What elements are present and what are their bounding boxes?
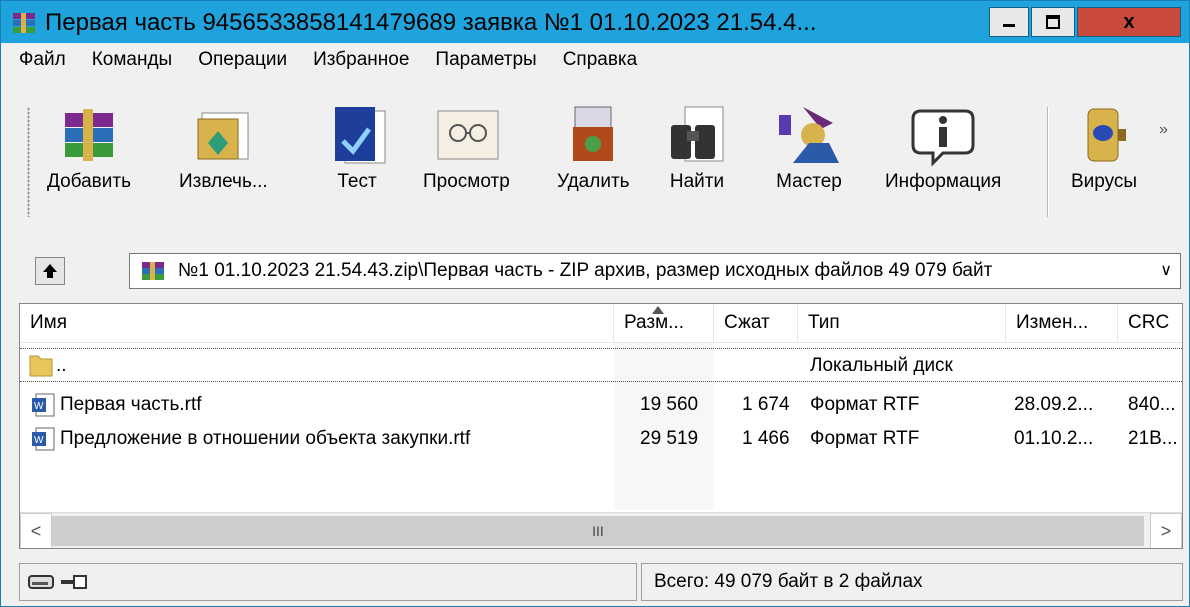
- row-packed: 1 674: [742, 394, 790, 415]
- address-field[interactable]: №1 01.10.2023 21.54.43.zip\Первая часть …: [129, 253, 1181, 289]
- title-bar[interactable]: Первая часть 9456533858141479689 заявка …: [1, 1, 1189, 43]
- sort-arrow-icon: [652, 306, 664, 314]
- status-total: Всего: 49 079 байт в 2 файлах: [641, 563, 1183, 601]
- col-modified[interactable]: Измен...: [1006, 304, 1118, 342]
- delete-recycle-icon: [573, 106, 614, 161]
- archive-icon: [142, 262, 164, 280]
- svg-text:W: W: [34, 435, 44, 446]
- winrar-window: Первая часть 9456533858141479689 заявка …: [0, 0, 1190, 607]
- address-dropdown-chevron-icon[interactable]: ∨: [1160, 260, 1172, 280]
- word-document-icon: W: [32, 393, 55, 417]
- address-path: №1 01.10.2023 21.54.43.zip\Первая часть …: [178, 260, 993, 281]
- scroll-thumb[interactable]: III: [52, 516, 1144, 546]
- info-icon: [911, 109, 975, 167]
- menu-favorites[interactable]: Избранное: [305, 49, 417, 71]
- col-name[interactable]: Имя: [20, 304, 614, 342]
- scroll-left-button[interactable]: <: [20, 513, 52, 548]
- view-icon: [437, 110, 499, 160]
- menu-options[interactable]: Параметры: [427, 49, 544, 71]
- up-arrow-icon: [43, 264, 57, 278]
- status-left-pane: [19, 563, 637, 601]
- row-crc: 21B...: [1128, 428, 1178, 449]
- file-list: Имя Разм... Сжат Тип Измен... CRC .. Лок…: [19, 303, 1183, 549]
- key-lock-icon[interactable]: [60, 572, 90, 592]
- menu-commands[interactable]: Команды: [84, 49, 181, 71]
- menu-file[interactable]: Файл: [11, 49, 74, 71]
- col-crc[interactable]: CRC: [1118, 304, 1182, 342]
- row-packed: 1 466: [742, 428, 790, 449]
- minimize-button[interactable]: [989, 7, 1029, 37]
- table-row[interactable]: W Первая часть.rtf 19 560 1 674 Формат R…: [20, 388, 1182, 422]
- test-button[interactable]: Тест: [325, 103, 389, 193]
- col-type[interactable]: Тип: [798, 304, 1006, 342]
- drive-icon[interactable]: [28, 572, 56, 592]
- up-folder-button[interactable]: [35, 257, 65, 285]
- address-bar: №1 01.10.2023 21.54.43.zip\Первая часть …: [1, 239, 1189, 299]
- row-type: Локальный диск: [810, 355, 953, 376]
- toolbar-grip[interactable]: [27, 107, 30, 217]
- row-type: Формат RTF: [810, 394, 920, 415]
- row-name: ..: [56, 355, 67, 376]
- folder-icon: [29, 355, 53, 377]
- delete-button[interactable]: Удалить: [557, 103, 630, 193]
- column-header: Имя Разм... Сжат Тип Измен... CRC: [20, 304, 1182, 343]
- svg-text:W: W: [34, 401, 44, 412]
- wizard-icon: [779, 107, 839, 163]
- add-archive-icon: [64, 109, 113, 161]
- status-bar: Всего: 49 079 байт в 2 файлах: [1, 557, 1189, 605]
- table-row[interactable]: .. Локальный диск: [20, 348, 1182, 382]
- virus-scan-button[interactable]: Вирусы: [1071, 103, 1137, 193]
- maximize-icon: [1046, 15, 1060, 29]
- virus-scan-icon: [1087, 108, 1127, 162]
- row-name: Предложение в отношении объекта закупки.…: [60, 428, 471, 449]
- info-button[interactable]: Информация: [885, 103, 1001, 193]
- menu-operations[interactable]: Операции: [190, 49, 295, 71]
- toolbar-overflow-chevron-icon[interactable]: »: [1159, 121, 1168, 139]
- word-document-icon: W: [32, 427, 55, 451]
- find-binoculars-icon: [671, 106, 724, 162]
- col-size[interactable]: Разм...: [614, 304, 714, 342]
- view-button[interactable]: Просмотр: [423, 103, 510, 193]
- col-size-label: Разм...: [624, 312, 685, 333]
- table-row[interactable]: W Предложение в отношении объекта закупк…: [20, 422, 1182, 456]
- scroll-right-button[interactable]: >: [1150, 513, 1182, 548]
- add-button[interactable]: Добавить: [47, 103, 131, 193]
- row-modified: 01.10.2...: [1014, 428, 1094, 449]
- wizard-button[interactable]: Мастер: [773, 103, 845, 193]
- toolbar-separator: [1047, 107, 1049, 217]
- find-button[interactable]: Найти: [665, 103, 729, 193]
- menu-bar: Файл Команды Операции Избранное Параметр…: [1, 43, 1189, 77]
- maximize-button[interactable]: [1031, 7, 1075, 37]
- horizontal-scrollbar[interactable]: < III >: [20, 512, 1182, 548]
- extract-button[interactable]: Извлечь...: [179, 103, 268, 193]
- col-packed[interactable]: Сжат: [714, 304, 798, 342]
- row-modified: 28.09.2...: [1014, 394, 1094, 415]
- winrar-app-icon: [13, 13, 35, 33]
- row-crc: 840...: [1128, 394, 1176, 415]
- row-size: 19 560: [640, 394, 699, 415]
- close-button[interactable]: x: [1077, 7, 1181, 37]
- toolbar: Добавить Извлечь... Тест Просмотр Удалит…: [1, 77, 1189, 237]
- row-name: Первая часть.rtf: [60, 394, 202, 415]
- menu-help[interactable]: Справка: [555, 49, 646, 71]
- test-icon: [335, 107, 386, 164]
- window-title: Первая часть 9456533858141479689 заявка …: [45, 9, 817, 36]
- row-size: 29 519: [640, 428, 699, 449]
- extract-icon: [197, 112, 249, 160]
- row-type: Формат RTF: [810, 428, 920, 449]
- minimize-icon: [1003, 24, 1015, 27]
